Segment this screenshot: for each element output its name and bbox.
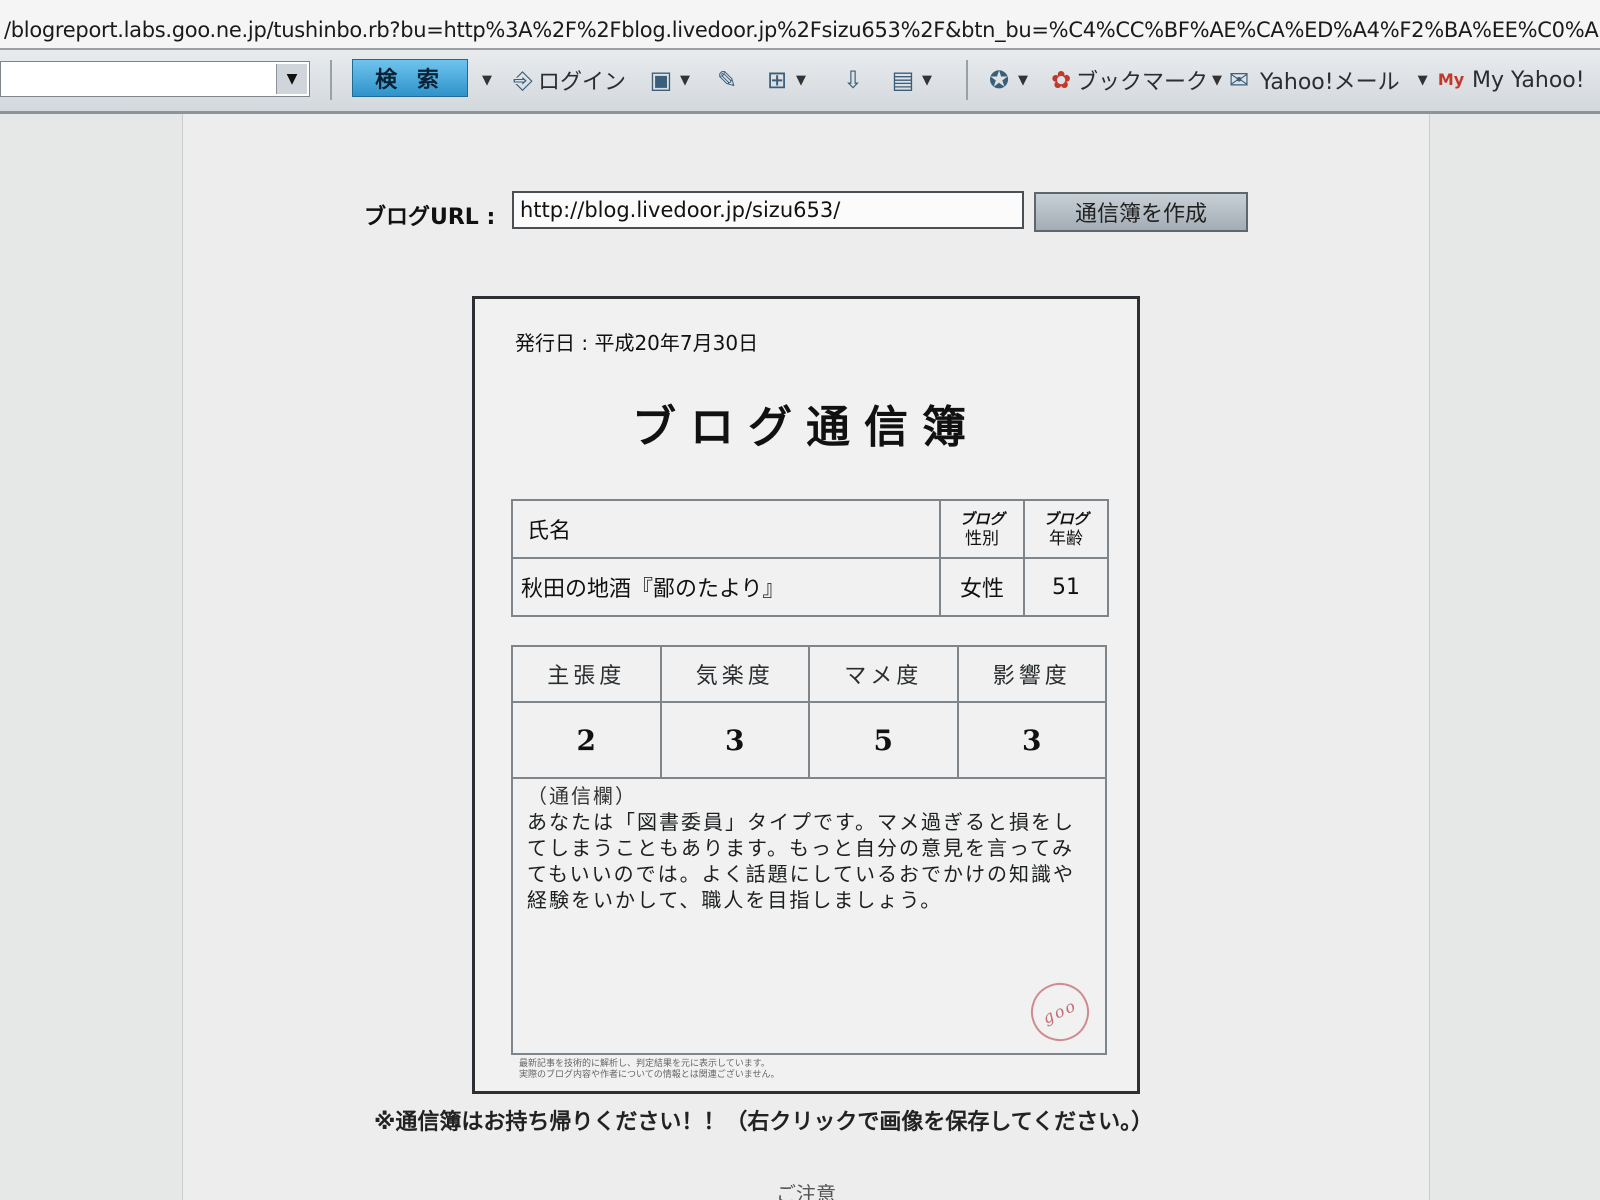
toolbar-search-button[interactable]: 検 索: [352, 59, 468, 97]
stamp-button[interactable]: ⊞ ▼: [762, 60, 806, 100]
score-value: 3: [659, 701, 810, 779]
score-value: 2: [511, 701, 662, 779]
fine-print-line: 最新記事を技術的に解析し、判定結果を元に表示しています。: [519, 1059, 770, 1069]
age-header: ブログ 年齢: [1023, 499, 1109, 559]
gender-value: 女性: [939, 557, 1025, 617]
score-value-row: 2 3 5 3: [511, 701, 1107, 779]
comment-heading: （通信欄）: [527, 784, 637, 808]
favorites-button[interactable]: ✪ ▼: [984, 60, 1028, 100]
address-url[interactable]: /blogreport.labs.goo.ne.jp/tushinbo.rb?b…: [4, 18, 1600, 42]
fine-print-line: 実際のブログ内容や作者についての情報とは関連ございません。: [519, 1070, 780, 1080]
score-label: 影響度: [956, 645, 1107, 703]
yahoo-mail-label: Yahoo!メール: [1260, 70, 1400, 95]
create-report-button[interactable]: 通信簿を作成: [1034, 192, 1248, 232]
address-bar[interactable]: /blogreport.labs.goo.ne.jp/tushinbo.rb?b…: [0, 0, 1600, 50]
toolbar-separator: [330, 60, 332, 100]
toolbar-search-input[interactable]: ▼: [0, 61, 310, 97]
score-value: 5: [808, 701, 959, 779]
my-yahoo-logo-icon: My: [1437, 70, 1465, 89]
comment-text: あなたは「図書委員」タイプです。マメ過ぎると損をしてしまうこともあります。もっと…: [527, 810, 1075, 912]
dropdown-arrow-icon[interactable]: ▼: [276, 64, 307, 94]
info-value-row: 秋田の地酒『鄙のたより』 女性 51: [511, 557, 1109, 617]
my-yahoo-button[interactable]: My My Yahoo!: [1436, 60, 1585, 100]
blog-url-label: ブログURL :: [364, 205, 496, 230]
info-table: 氏名 ブログ 性別 ブログ 年齢 秋田の地酒『鄙のたより』 女性 51: [511, 499, 1109, 617]
toolbar-separator: [966, 60, 968, 100]
toolbox-icon: ▣: [649, 66, 673, 94]
highlighter-button[interactable]: ⇩: [838, 60, 868, 100]
toolbox-button[interactable]: ▣ ▼: [646, 60, 690, 100]
clipboard-button[interactable]: ▤ ▼: [888, 60, 932, 100]
report-card: 発行日 : 平成20年7月30日 ブログ通信簿 氏名 ブログ 性別 ブログ 年齢…: [472, 296, 1140, 1094]
pencil-icon: ✎: [716, 66, 738, 94]
mail-icon: ✉: [1228, 66, 1250, 94]
bookmark-icon: ✿: [1050, 66, 1072, 94]
score-value: 3: [956, 701, 1107, 779]
caution-heading: ご注意: [776, 1182, 836, 1200]
save-note: ※通信簿はお持ち帰りください！！（右クリックで画像を保存してください。）: [374, 1110, 1154, 1135]
score-label: 主張度: [511, 645, 662, 703]
card-title: ブログ通信簿: [632, 402, 980, 453]
login-door-icon: ⎆: [513, 66, 533, 94]
web-page: ブログURL : 通信簿を作成 発行日 : 平成20年7月30日 ブログ通信簿 …: [0, 114, 1600, 1200]
name-header: 氏名: [511, 499, 941, 559]
issue-date: 発行日 : 平成20年7月30日: [515, 331, 759, 355]
yahoo-mail-button[interactable]: ✉ Yahoo!メール ▼: [1224, 60, 1428, 100]
age-value: 51: [1023, 557, 1109, 617]
bookmark-button[interactable]: ✿ ブックマーク ▼: [1046, 60, 1222, 100]
clipboard-icon: ▤: [891, 66, 915, 94]
login-button[interactable]: ⎆ ログイン: [508, 60, 626, 100]
comment-box: （通信欄） あなたは「図書委員」タイプです。マメ過ぎると損をしてしまうこともあり…: [511, 773, 1107, 1055]
highlighter-icon: ⇩: [842, 66, 864, 94]
blog-name-value: 秋田の地酒『鄙のたより』: [511, 557, 941, 617]
star-icon: ✪: [988, 66, 1010, 94]
info-header-row: 氏名 ブログ 性別 ブログ 年齢: [511, 499, 1109, 559]
goo-stamp: goo: [1021, 973, 1099, 1051]
login-label: ログイン: [538, 70, 627, 95]
search-options-caret[interactable]: ▼: [478, 60, 492, 100]
blog-url-input[interactable]: [512, 191, 1024, 229]
bookmark-label: ブックマーク: [1076, 70, 1209, 95]
browser-toolbar: ▼ 検 索 ▼ ⎆ ログイン ▣ ▼ ✎ ⊞ ▼ ⇩ ▤ ▼ ✪ ▼ ✿ ブックマーク ▼…: [0, 52, 1600, 114]
score-label: 気楽度: [659, 645, 810, 703]
my-yahoo-label: My Yahoo!: [1472, 67, 1585, 93]
gender-header: ブログ 性別: [939, 499, 1025, 559]
fine-print: 最新記事を技術的に解析し、判定結果を元に表示しています。 実際のブログ内容や作者…: [519, 1059, 1099, 1081]
score-table: 主張度 気楽度 マメ度 影響度 2 3 5 3: [511, 645, 1107, 779]
pencil-button[interactable]: ✎: [712, 60, 742, 100]
score-header-row: 主張度 気楽度 マメ度 影響度: [511, 645, 1107, 703]
score-label: マメ度: [808, 645, 959, 703]
stamp-icon: ⊞: [766, 66, 788, 94]
